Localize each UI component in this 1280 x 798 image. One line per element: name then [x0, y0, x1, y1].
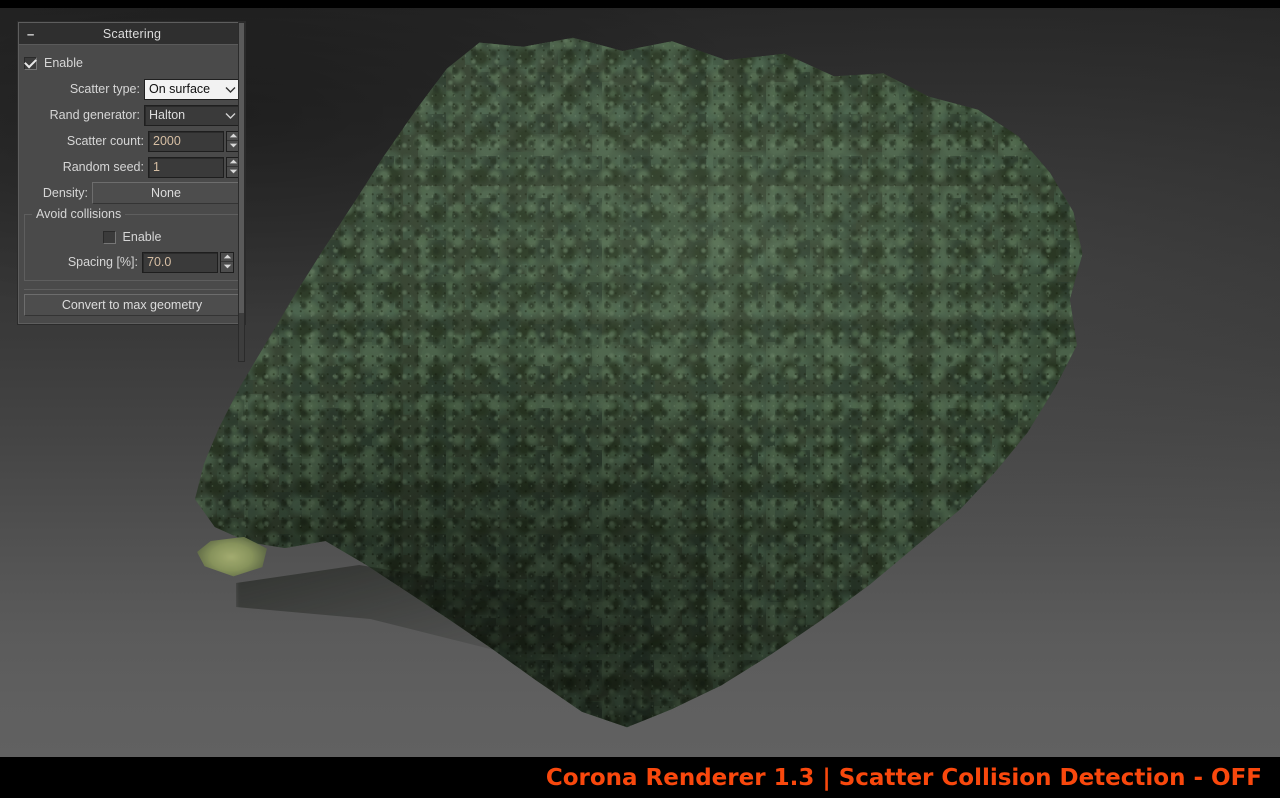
density-map-button[interactable]: None	[92, 182, 240, 204]
spacing-spin-buttons[interactable]	[220, 251, 234, 273]
canopy-lighting-overlay	[195, 37, 1083, 728]
scattering-panel: – Scattering Enable Scatter type: On sur…	[18, 22, 245, 324]
row-random-seed: Random seed: 1	[24, 155, 240, 179]
density-map-value: None	[151, 186, 181, 200]
caption-bar: Corona Renderer 1.3 | Scatter Collision …	[0, 757, 1280, 798]
scatter-count-value[interactable]: 2000	[148, 130, 224, 152]
rand-generator-value: Halton	[149, 108, 186, 122]
top-black-band	[0, 0, 1280, 8]
panel-divider	[24, 289, 240, 290]
random-seed-value[interactable]: 1	[148, 156, 224, 178]
enable-checkbox[interactable]	[24, 56, 37, 70]
rand-generator-dropdown[interactable]: Halton	[144, 104, 240, 126]
spacing-label: Spacing [%]:	[67, 255, 138, 269]
row-spacing: Spacing [%]: 70.0	[30, 250, 234, 274]
spacing-stepper[interactable]: 70.0	[142, 251, 234, 273]
row-avoid-collisions-enable: Enable	[30, 225, 234, 249]
panel-scrollbar[interactable]	[238, 22, 245, 362]
spin-down-icon[interactable]	[221, 262, 233, 272]
scatter-count-label: Scatter count:	[66, 134, 144, 148]
panel-title: Scattering	[102, 26, 162, 41]
density-label: Density:	[42, 186, 88, 200]
scatter-count-stepper[interactable]: 2000	[148, 130, 240, 152]
avoid-collisions-group: Avoid collisions Enable Spacing [%]: 70.…	[24, 207, 240, 281]
random-seed-label: Random seed:	[62, 160, 144, 174]
collapse-minus-icon[interactable]: –	[27, 27, 34, 40]
caption-text: Corona Renderer 1.3 | Scatter Collision …	[545, 764, 1262, 791]
ground-grass-patch	[197, 536, 267, 577]
convert-to-max-geometry-button[interactable]: Convert to max geometry	[24, 294, 240, 316]
row-rand-generator: Rand generator: Halton	[24, 103, 240, 127]
avoid-collisions-title: Avoid collisions	[32, 207, 126, 221]
row-scatter-type: Scatter type: On surface	[24, 77, 240, 101]
enable-label: Enable	[44, 56, 83, 70]
convert-button-label: Convert to max geometry	[61, 298, 203, 312]
row-enable: Enable	[24, 51, 240, 75]
rollout-header-scattering[interactable]: – Scattering	[19, 23, 245, 45]
scatter-type-dropdown[interactable]: On surface	[144, 78, 240, 100]
forest-edge-shadow	[236, 565, 796, 706]
rand-generator-label: Rand generator:	[49, 108, 140, 122]
canopy-layer-small	[195, 37, 1083, 728]
screen-root: – Scattering Enable Scatter type: On sur…	[0, 0, 1280, 798]
row-scatter-count: Scatter count: 2000	[24, 129, 240, 153]
panel-body: Enable Scatter type: On surface Rand gen…	[19, 45, 245, 323]
random-seed-stepper[interactable]: 1	[148, 156, 240, 178]
forest-canopy	[195, 37, 1083, 728]
avoid-collisions-enable-label: Enable	[122, 230, 162, 244]
panel-scrollbar-thumb[interactable]	[239, 23, 244, 313]
scatter-type-label: Scatter type:	[69, 82, 140, 96]
canopy-layer-medium	[195, 37, 1083, 728]
avoid-collisions-enable-checkbox[interactable]	[102, 230, 116, 244]
chevron-down-icon[interactable]	[223, 80, 237, 99]
row-density: Density: None	[24, 181, 240, 205]
canopy-layer-detail	[195, 37, 1083, 728]
chevron-down-icon[interactable]	[223, 106, 237, 125]
spacing-value[interactable]: 70.0	[142, 251, 218, 273]
scatter-type-value: On surface	[149, 82, 211, 96]
canopy-layer-large	[195, 37, 1083, 728]
spin-up-icon[interactable]	[221, 252, 233, 262]
